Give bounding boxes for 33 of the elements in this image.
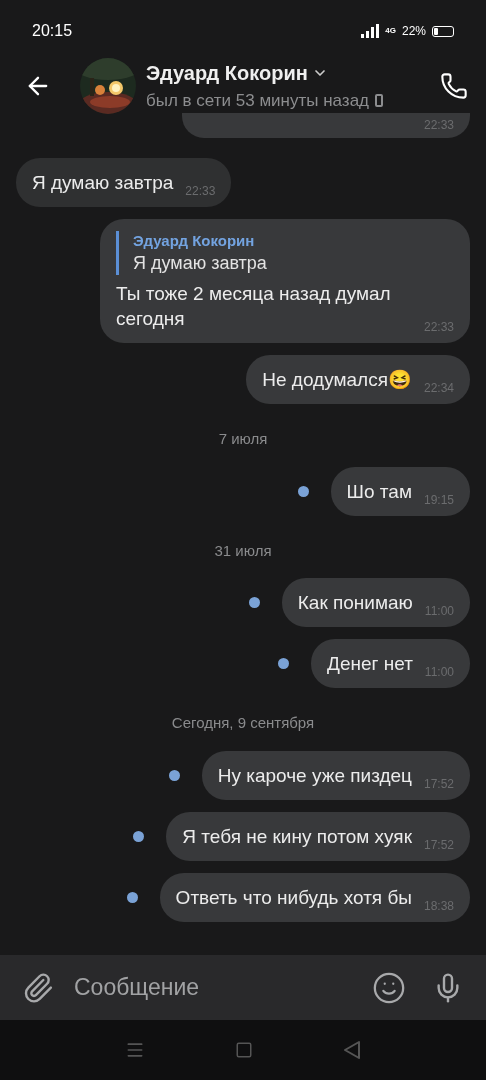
message-text: Ответь что нибудь хотя бы bbox=[175, 885, 412, 910]
message-text: Как понимаю bbox=[297, 591, 413, 615]
signal-icon bbox=[361, 24, 380, 38]
home-icon[interactable] bbox=[235, 1041, 253, 1059]
message-bubble[interactable]: Я думаю завтра 22:33 bbox=[16, 158, 232, 207]
back-nav-icon[interactable] bbox=[343, 1040, 361, 1060]
message-text: Ты тоже 2 месяца назад думал сегодня bbox=[116, 282, 392, 331]
attach-icon[interactable] bbox=[22, 971, 54, 1004]
message-text: Шо там bbox=[346, 479, 412, 504]
menu-icon[interactable] bbox=[125, 1040, 145, 1060]
date-separator: Сегодня, 9 сентября bbox=[171, 713, 315, 733]
contact-name[interactable]: Эдуард Кокорин bbox=[146, 57, 308, 88]
last-seen-status: был в сети 53 минуты назад bbox=[146, 89, 369, 112]
emoji-icon[interactable] bbox=[372, 970, 406, 1005]
message-time: 22:33 bbox=[185, 183, 216, 200]
battery-percent: 22% bbox=[401, 23, 426, 40]
message-text: Ну кароче уже пиздец bbox=[217, 763, 412, 788]
date-separator: 31 июля bbox=[214, 540, 272, 561]
reply-author: Эдуард Кокорин bbox=[133, 231, 256, 251]
reply-quote[interactable]: Эдуард Кокорин Я думаю завтра bbox=[116, 231, 454, 275]
message-text: Денег нет bbox=[327, 652, 413, 676]
call-icon[interactable] bbox=[440, 71, 468, 100]
message-text: Не додумался😆 bbox=[262, 368, 412, 392]
phone-icon bbox=[375, 94, 383, 107]
network-label: 4G bbox=[385, 25, 396, 37]
message-composer[interactable]: Сообщение bbox=[0, 955, 486, 1020]
status-time: 20:15 bbox=[32, 21, 73, 41]
message-text: Я тебя не кину потом хуяк bbox=[182, 824, 412, 849]
message-input[interactable]: Сообщение bbox=[74, 970, 372, 1005]
date-separator: 7 июля bbox=[218, 429, 268, 449]
reply-text: Я думаю завтра bbox=[133, 252, 268, 275]
message-text: Я думаю завтра bbox=[32, 171, 174, 195]
battery-icon bbox=[432, 25, 454, 37]
